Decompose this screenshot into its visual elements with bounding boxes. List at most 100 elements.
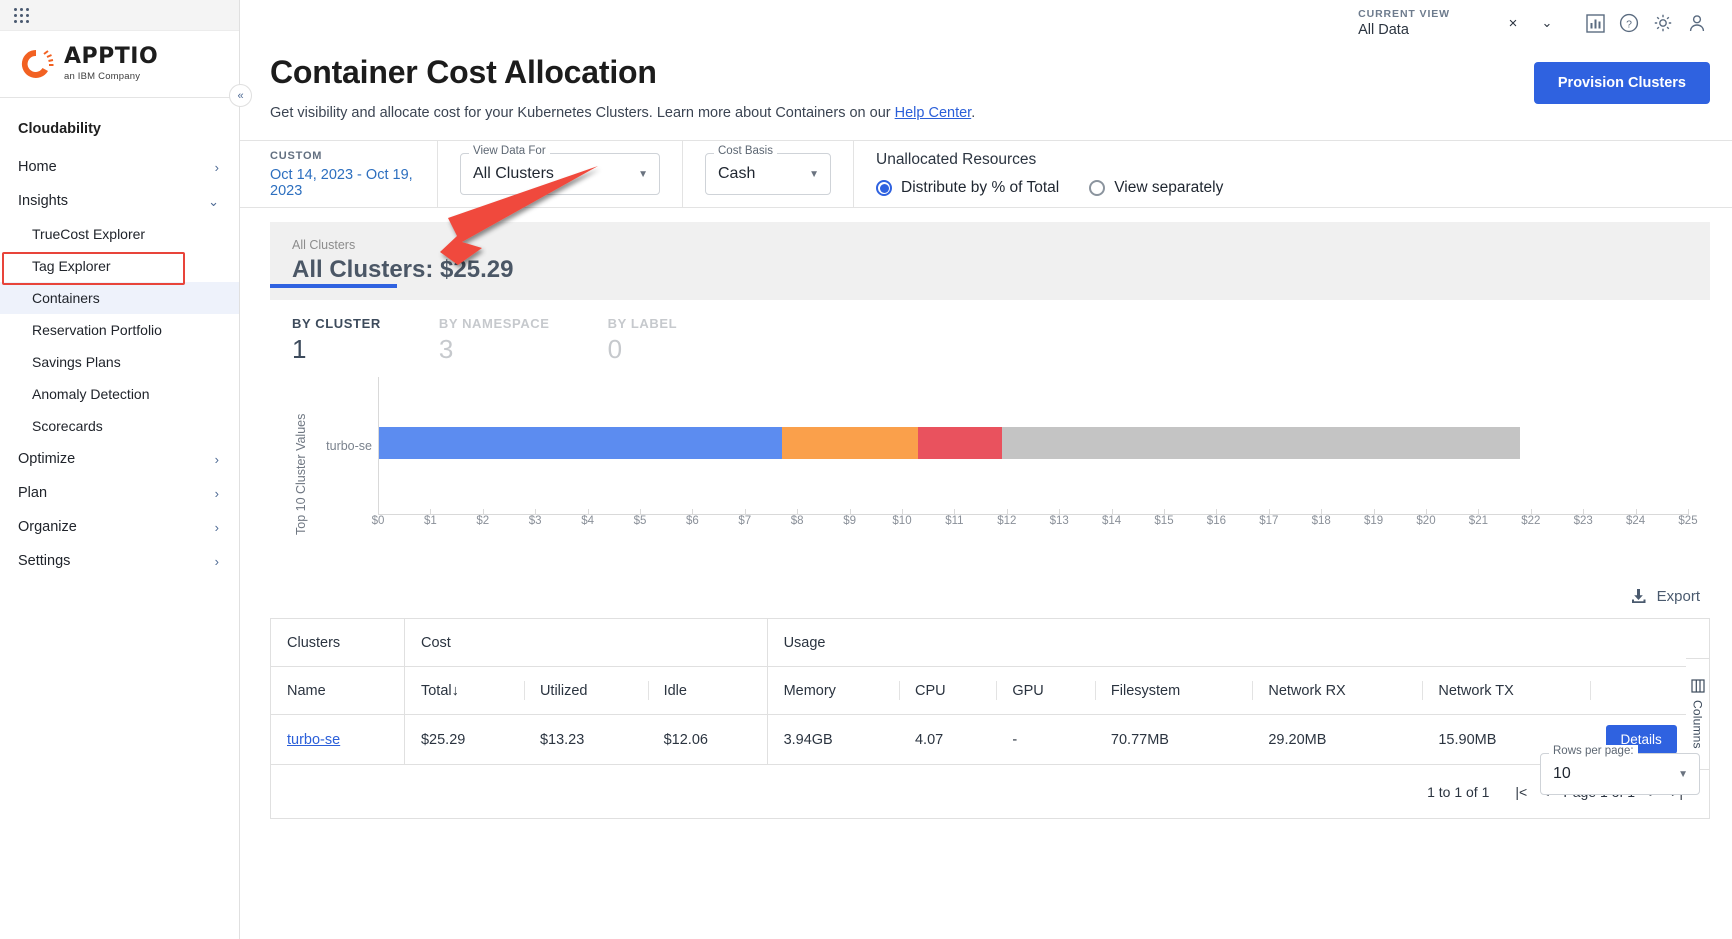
sidebar-item-label: Organize	[18, 519, 77, 535]
unallocated-resources-filter: Unallocated Resources Distribute by % of…	[854, 141, 1245, 207]
current-view-label: CURRENT VIEW	[1358, 8, 1450, 20]
breadcrumb[interactable]: All Clusters	[292, 238, 1688, 252]
chart-x-tick-label: $17	[1259, 515, 1279, 527]
date-range-filter[interactable]: CUSTOM Oct 14, 2023 - Oct 19, 2023	[240, 141, 438, 207]
sidebar-item-truecost-explorer[interactable]: TrueCost Explorer	[0, 218, 239, 250]
app-switcher-icon[interactable]	[14, 7, 29, 23]
cost-basis-filter: Cost Basis Cash ▼	[683, 141, 854, 207]
chart-x-tick-label: $1	[423, 515, 437, 527]
cost-basis-select[interactable]: Cash ▼	[705, 153, 831, 195]
tab-by-label[interactable]: BY LABEL 0	[608, 300, 678, 365]
bar-segment-idle[interactable]	[782, 427, 919, 459]
bar-segment-utilized[interactable]	[379, 427, 783, 459]
chevron-right-icon: ›	[214, 451, 219, 467]
main-content: CURRENT VIEW All Data × ⌄ ? Container Co…	[240, 0, 1732, 939]
chevron-right-icon: ›	[214, 519, 219, 535]
chart-y-axis-title: Top 10 Cluster Values	[294, 413, 308, 535]
sidebar-item-organize[interactable]: Organize ›	[0, 510, 239, 544]
chart-x-tick-label: $24	[1626, 515, 1646, 527]
sidebar-item-tag-explorer[interactable]: Tag Explorer	[0, 250, 239, 282]
radio-unselected-icon	[1089, 180, 1106, 196]
close-icon[interactable]: ×	[1496, 6, 1530, 40]
sidebar-item-home[interactable]: Home ›	[0, 150, 239, 184]
chevron-down-icon: ▼	[638, 168, 648, 180]
chart-x-tick-label: $3	[528, 515, 542, 527]
radio-distribute-by-percent[interactable]: Distribute by % of Total	[876, 179, 1059, 197]
column-header-memory[interactable]: Memory	[766, 666, 899, 715]
sidebar-item-containers[interactable]: Containers	[0, 282, 239, 314]
help-center-link[interactable]: Help Center	[895, 105, 972, 121]
bar-segment-remaining[interactable]	[1002, 427, 1521, 459]
help-icon[interactable]: ?	[1612, 6, 1646, 40]
sidebar-item-settings[interactable]: Settings ›	[0, 544, 239, 578]
cost-basis-label: Cost Basis	[714, 145, 777, 157]
chevron-right-icon: ›	[214, 485, 219, 501]
first-page-icon[interactable]: |<	[1515, 784, 1527, 800]
chart-x-tick-label: $0	[371, 515, 385, 527]
rows-per-page-label: Rows per page:	[1549, 745, 1638, 757]
cell-gpu: -	[1012, 731, 1018, 748]
column-header-cpu[interactable]: CPU	[898, 666, 997, 715]
radio-view-separately[interactable]: View separately	[1089, 179, 1223, 197]
brand-logo[interactable]: APPTIO an IBM Company	[0, 31, 239, 98]
chart-icon[interactable]	[1578, 6, 1612, 40]
sidebar-item-label: Optimize	[18, 451, 76, 467]
chart-x-tick-label: $21	[1468, 515, 1488, 527]
column-header-total[interactable]: Total↓	[403, 666, 524, 715]
rows-per-page-select[interactable]: 10 ▼	[1540, 753, 1700, 795]
table-row[interactable]: turbo-se $25.29 $13.23 $12.06 3.94GB 4.0…	[271, 714, 1710, 765]
cluster-name-link[interactable]: turbo-se	[287, 732, 340, 748]
rows-per-page-control: Rows per page: 10 ▼	[1540, 745, 1700, 795]
sidebar-item-insights[interactable]: Insights ⌄	[0, 184, 239, 218]
chart-x-tick-label: $20	[1416, 515, 1436, 527]
table-column-header-row: Name Total↓ Utilized Idle Memory CPU GPU…	[270, 666, 1710, 715]
column-header-network-rx[interactable]: Network RX	[1252, 666, 1423, 715]
column-header-name[interactable]: Name	[270, 666, 405, 715]
current-view: CURRENT VIEW All Data	[1358, 8, 1450, 38]
sidebar-item-reservation-portfolio[interactable]: Reservation Portfolio	[0, 314, 239, 346]
column-header-filesystem[interactable]: Filesystem	[1094, 666, 1253, 715]
chevron-down-icon: ▼	[1678, 768, 1688, 780]
sidebar-item-anomaly-detection[interactable]: Anomaly Detection	[0, 378, 239, 410]
top-bar: CURRENT VIEW All Data × ⌄ ?	[240, 0, 1732, 46]
group-header-clusters: Clusters	[270, 618, 405, 667]
tab-by-namespace[interactable]: BY NAMESPACE 3	[439, 300, 550, 365]
sidebar-item-plan[interactable]: Plan ›	[0, 476, 239, 510]
column-header-gpu[interactable]: GPU	[996, 666, 1095, 715]
pagination-cell: 1 to 1 of 1 |< < Page 1 of 1 > >|	[270, 764, 1710, 819]
group-header-usage: Usage	[766, 618, 1710, 667]
cell-name: turbo-se	[271, 715, 405, 765]
brand-subtitle: an IBM Company	[64, 71, 141, 82]
clusters-table-wrapper: Clusters Cost Usage Name Total↓ Utilized…	[240, 606, 1732, 819]
chart-bar-turbo-se[interactable]	[379, 427, 1688, 459]
column-header-network-tx[interactable]: Network TX	[1422, 666, 1590, 715]
bar-segment-unallocated[interactable]	[918, 427, 1003, 459]
page-subtitle-period: .	[971, 105, 976, 121]
page-subtitle: Get visibility and allocate cost for you…	[270, 105, 1732, 121]
tab-by-cluster[interactable]: BY CLUSTER 1	[292, 300, 381, 365]
radio-separate-label: View separately	[1114, 179, 1224, 196]
chart-x-tick-label: $22	[1521, 515, 1541, 527]
chevron-down-icon[interactable]: ⌄	[1530, 6, 1564, 40]
date-range-value[interactable]: Oct 14, 2023 - Oct 19, 2023	[270, 167, 415, 199]
chart-panel: All Clusters All Clusters: $25.29 BY CLU…	[270, 222, 1710, 565]
svg-text:?: ?	[1626, 18, 1632, 30]
column-header-idle[interactable]: Idle	[647, 666, 768, 715]
sidebar-item-scorecards[interactable]: Scorecards	[0, 410, 239, 442]
chart-panel-wrapper: All Clusters All Clusters: $25.29 BY CLU…	[240, 208, 1732, 565]
user-icon[interactable]	[1680, 6, 1714, 40]
column-header-utilized[interactable]: Utilized	[523, 666, 648, 715]
tab-count: 0	[607, 334, 623, 364]
chart-x-tick-label: $14	[1102, 515, 1122, 527]
table-group-header-row: Clusters Cost Usage	[270, 618, 1710, 667]
provision-clusters-button[interactable]: Provision Clusters	[1533, 62, 1710, 104]
download-icon	[1631, 589, 1646, 603]
gear-icon[interactable]	[1646, 6, 1680, 40]
export-button[interactable]: Export	[1629, 587, 1700, 606]
brand-name: APPTIO	[64, 44, 159, 69]
sidebar-collapse-button[interactable]: «	[229, 84, 252, 107]
table-pagination-row: 1 to 1 of 1 |< < Page 1 of 1 > >|	[270, 764, 1710, 819]
sidebar-item-optimize[interactable]: Optimize ›	[0, 442, 239, 476]
view-data-for-select[interactable]: All Clusters ▼	[460, 153, 660, 195]
sidebar-item-savings-plans[interactable]: Savings Plans	[0, 346, 239, 378]
